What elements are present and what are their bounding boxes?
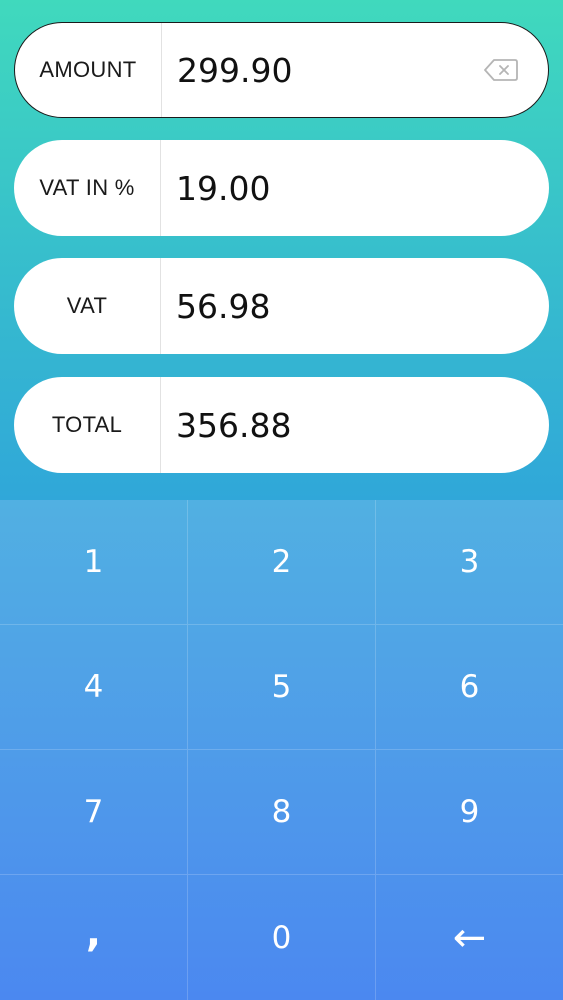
amount-field[interactable]: AMOUNT 299.90 bbox=[14, 22, 549, 118]
vat-percent-value[interactable]: 19.00 bbox=[161, 169, 549, 208]
vat-percent-field[interactable]: VAT IN % 19.00 bbox=[14, 140, 549, 236]
vat-percent-label: VAT IN % bbox=[14, 140, 161, 236]
amount-value[interactable]: 299.90 bbox=[162, 51, 482, 90]
key-6[interactable]: 6 bbox=[376, 625, 563, 750]
input-panel: AMOUNT 299.90 VAT IN % 19.00 VAT 56.98 T… bbox=[0, 0, 563, 500]
key-5[interactable]: 5 bbox=[188, 625, 376, 750]
vat-field[interactable]: VAT 56.98 bbox=[14, 258, 549, 354]
vat-value[interactable]: 56.98 bbox=[161, 287, 549, 326]
amount-label: AMOUNT bbox=[15, 23, 162, 117]
key-8[interactable]: 8 bbox=[188, 750, 376, 875]
key-4[interactable]: 4 bbox=[0, 625, 188, 750]
numeric-keypad: 1 2 3 4 5 6 7 8 9 , 0 ← bbox=[0, 500, 563, 1000]
key-1[interactable]: 1 bbox=[0, 500, 188, 625]
key-backspace[interactable]: ← bbox=[376, 875, 563, 1000]
key-0[interactable]: 0 bbox=[188, 875, 376, 1000]
key-decimal-comma[interactable]: , bbox=[0, 875, 188, 1000]
key-2[interactable]: 2 bbox=[188, 500, 376, 625]
key-7[interactable]: 7 bbox=[0, 750, 188, 875]
backspace-clear-icon[interactable] bbox=[482, 57, 520, 83]
vat-label: VAT bbox=[14, 258, 161, 354]
total-field[interactable]: TOTAL 356.88 bbox=[14, 377, 549, 473]
total-value[interactable]: 356.88 bbox=[161, 406, 549, 445]
key-9[interactable]: 9 bbox=[376, 750, 563, 875]
total-label: TOTAL bbox=[14, 377, 161, 473]
key-3[interactable]: 3 bbox=[376, 500, 563, 625]
